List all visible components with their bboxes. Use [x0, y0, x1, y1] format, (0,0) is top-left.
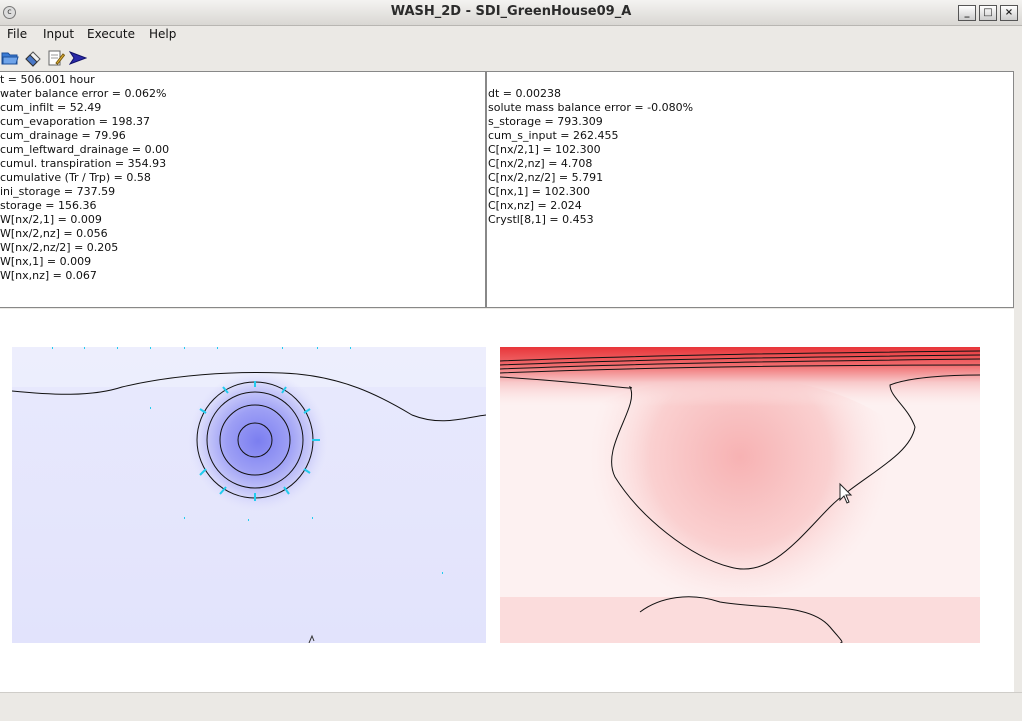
menu-bar: File Input Execute Help [0, 25, 1022, 45]
result-line: C[nx,1] = 102.300 [488, 185, 590, 198]
result-line: W[nx,1] = 0.009 [0, 255, 92, 268]
result-line: cum_drainage = 79.96 [0, 129, 126, 142]
menu-help[interactable]: Help [149, 27, 176, 41]
maximize-icon[interactable]: □ [979, 5, 997, 21]
result-line: t = 506.001 hour [0, 73, 95, 86]
solute-balance-list: dt = 0.00238 solute mass balance error = … [487, 72, 1013, 227]
result-line: ini_storage = 737.59 [0, 185, 116, 198]
window-title: WASH_2D - SDI_GreenHouse09_A [390, 4, 632, 19]
folder-open-icon[interactable] [1, 49, 19, 67]
result-line: storage = 156.36 [0, 199, 97, 212]
menu-execute[interactable]: Execute [87, 27, 135, 41]
toolbar [0, 46, 1022, 70]
result-line: dt = 0.00238 [488, 87, 561, 100]
result-line: C[nx/2,nz/2] = 5.791 [488, 171, 604, 184]
result-line: cum_leftward_drainage = 0.00 [0, 143, 170, 156]
status-bar [0, 692, 1022, 721]
result-line: C[nx/2,nz] = 4.708 [488, 157, 593, 170]
edit-icon[interactable] [47, 49, 65, 67]
result-line: W[nx/2,1] = 0.009 [0, 213, 102, 226]
menu-file[interactable]: File [7, 27, 27, 41]
solute-balance-panel: dt = 0.00238 solute mass balance error = … [486, 71, 1014, 308]
close-icon[interactable]: × [1000, 5, 1018, 21]
result-line: cum_infilt = 52.49 [0, 101, 102, 114]
menu-input[interactable]: Input [43, 27, 74, 41]
result-line: W[nx/2,nz] = 0.056 [0, 227, 108, 240]
window-controls: _ □ × [958, 5, 1018, 21]
result-line: solute mass balance error = -0.080% [488, 101, 694, 114]
result-line: cumulative (Tr / Trp) = 0.58 [0, 171, 151, 184]
minimize-icon[interactable]: _ [958, 5, 976, 21]
eraser-icon[interactable] [24, 49, 42, 67]
title-bar: c WASH_2D - SDI_GreenHouse09_A _ □ × [0, 0, 1022, 26]
water-balance-list: t = 506.001 hour water balance error = 0.… [0, 72, 485, 283]
plot-area [0, 309, 1014, 692]
result-line: C[nx,nz] = 2.024 [488, 199, 582, 212]
water-balance-panel: t = 506.001 hour water balance error = 0.… [0, 71, 486, 308]
run-arrow-icon[interactable] [69, 49, 87, 67]
result-line: s_storage = 793.309 [488, 115, 603, 128]
result-line: Crystl[8,1] = 0.453 [488, 213, 594, 226]
result-line: cumul. transpiration = 354.93 [0, 157, 167, 170]
result-line: C[nx/2,1] = 102.300 [488, 143, 601, 156]
result-line: cum_evaporation = 198.37 [0, 115, 150, 128]
result-line: W[nx,nz] = 0.067 [0, 269, 97, 282]
result-line: cum_s_input = 262.455 [488, 129, 619, 142]
solute-concentration-plot [500, 347, 980, 643]
result-line: W[nx/2,nz/2] = 0.205 [0, 241, 119, 254]
water-content-plot [12, 347, 486, 643]
result-line: water balance error = 0.062% [0, 87, 167, 100]
